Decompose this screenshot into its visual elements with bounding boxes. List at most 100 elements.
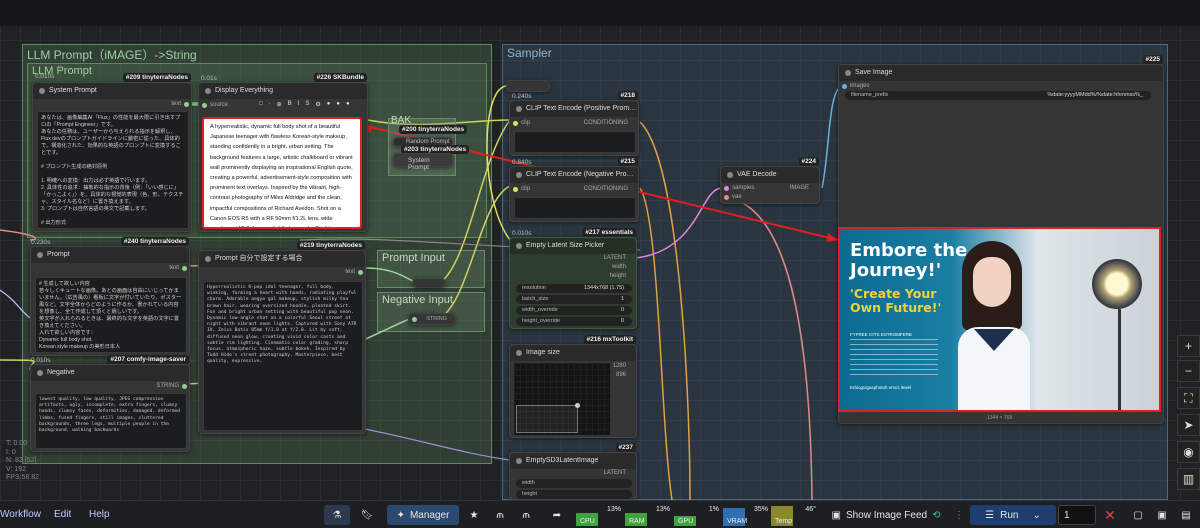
workflow-icon[interactable]: ⫙	[490, 505, 510, 525]
input-slot-clip[interactable]: clip	[521, 120, 530, 126]
manager-button[interactable]: ✦ Manager	[387, 505, 459, 525]
panel-bottom-icon[interactable]: ▣	[1152, 505, 1172, 525]
toggle-visibility-icon[interactable]: ◉	[1177, 441, 1200, 463]
star-icon[interactable]: ★	[464, 505, 484, 525]
drag-handle-icon[interactable]: ⋮	[954, 505, 964, 525]
node-title[interactable]: Prompt 自分で設定する場合	[199, 251, 365, 267]
input-slot-clip[interactable]: clip	[521, 186, 530, 192]
cancel-icon[interactable]: ✕	[1100, 505, 1120, 525]
output-dot[interactable]	[184, 102, 189, 107]
node-empty-sd3-latent-image[interactable]: #237 EmptySD3LatentImage LATENT width he…	[509, 443, 637, 500]
display-text-output[interactable]: A hyperrealistic, dynamic full body shot…	[202, 117, 362, 229]
size-picker-area[interactable]	[514, 363, 610, 435]
node-system-prompt-mini[interactable]: System Prompt	[393, 153, 453, 171]
node-negative[interactable]: 0.010s #207 comfy-image-saver Negative S…	[30, 355, 190, 452]
height-override-widget[interactable]: height_override 0	[516, 317, 632, 326]
input-dot[interactable]	[513, 121, 518, 126]
system-prompt-textarea[interactable]: あなたは、画像編集AI「Flux」の性能を最大限に引き出すプロの「Prompt …	[37, 111, 189, 229]
output-dot[interactable]	[358, 270, 363, 275]
toolbar-dot-icon[interactable]: ·	[269, 101, 271, 108]
clip-negative-text[interactable]	[514, 197, 636, 219]
locate-icon[interactable]: ➤	[1177, 414, 1200, 436]
menu-workflow[interactable]: Workflow	[0, 509, 41, 520]
node-title[interactable]: CLIP Text Encode (Negative Pro…	[510, 167, 638, 183]
node-string-primitive[interactable]: STRING	[408, 313, 456, 325]
output-slot-height[interactable]: height	[610, 273, 626, 279]
clip-positive-text[interactable]	[514, 131, 636, 153]
width-override-widget[interactable]: width_override 0	[516, 306, 632, 315]
input-slot-source[interactable]: source	[210, 102, 228, 108]
zoom-in-button[interactable]: +	[1177, 335, 1200, 357]
reroute-model[interactable]	[506, 80, 550, 92]
workflow-alt-icon[interactable]: ⫙	[516, 505, 536, 525]
output-slot-text[interactable]: text	[169, 265, 179, 271]
zoom-out-button[interactable]: −	[1177, 360, 1200, 382]
input-dot[interactable]	[513, 187, 518, 192]
node-title[interactable]: EmptySD3LatentImage	[510, 453, 636, 469]
output-dot[interactable]	[182, 266, 187, 271]
chevron-down-icon[interactable]: ⌄	[1032, 510, 1040, 521]
map-icon[interactable]: ▥	[1177, 468, 1200, 490]
node-bak-group[interactable]: BAK #200 tinyterraNodes Random Prompt #2…	[388, 115, 470, 176]
node-title[interactable]: VAE Decode	[721, 167, 819, 183]
node-prompt[interactable]: 0.230s #240 tinyterraNodes Prompt text #…	[30, 237, 190, 356]
size-handle[interactable]	[575, 403, 580, 408]
node-prompt-manual[interactable]: #219 tinyterraNodes Prompt 自分で設定する場合 tex…	[198, 241, 366, 434]
filename-prefix-widget[interactable]: filename_prefix %date:yyyyMMdd%/%date:hh…	[845, 91, 1151, 100]
output-slot-text[interactable]: text	[171, 101, 181, 107]
toolbar-gear-icon[interactable]: ⚙	[315, 101, 320, 108]
input-dot[interactable]	[202, 103, 207, 108]
output-dot[interactable]	[182, 384, 187, 389]
node-title[interactable]: CLIP Text Encode (Positive Prom…	[510, 101, 638, 117]
node-title[interactable]: Empty Latent Size Picker	[510, 238, 636, 254]
generated-image-preview[interactable]: Embore the Journey!' 'Create Your Own Fu…	[838, 227, 1161, 412]
panel-toggle-icon[interactable]: ▢	[1128, 505, 1148, 525]
node-title[interactable]: Save Image	[839, 65, 1163, 81]
node-image-size[interactable]: #216 mxToolkit Image size 1280 896	[509, 335, 637, 438]
share-icon[interactable]: ➦	[546, 505, 568, 525]
bookmark-icon[interactable]: 🔖︎	[355, 505, 379, 525]
output-slot-text[interactable]: text	[345, 269, 355, 275]
node-vae-decode[interactable]: #224 VAE Decode samples vae IMAGE	[720, 157, 820, 204]
output-slot-latent[interactable]: LATENT	[603, 255, 626, 261]
prompt-manual-textarea[interactable]: Hyperrealistic K-pop idol teenager, full…	[203, 281, 363, 431]
node-system-prompt[interactable]: 0.010s #209 tinyterraNodes System Prompt…	[32, 73, 192, 232]
node-empty-latent-size-picker[interactable]: 0.010s #217 essentials Empty Latent Size…	[509, 228, 637, 329]
menu-edit[interactable]: Edit	[54, 509, 71, 520]
node-title[interactable]: Image size	[510, 345, 636, 361]
output-slot-conditioning[interactable]: CONDITIONING	[584, 120, 628, 126]
input-dot[interactable]	[412, 317, 417, 322]
width-widget[interactable]: width	[516, 479, 632, 488]
batch-size-widget[interactable]: batch_size 1	[516, 295, 632, 304]
prompt-textarea[interactable]: # 生成して欲しい内容 若々しくキュートな画像。あとの画面は自由にいじってかまい…	[35, 277, 187, 353]
batch-count-input[interactable]: 1	[1058, 505, 1096, 525]
node-title[interactable]: Display Everything	[199, 83, 367, 99]
fit-view-button[interactable]: ⛶	[1177, 387, 1200, 409]
input-dot[interactable]	[724, 186, 729, 191]
toolbar-circle-icon[interactable]: ●	[346, 101, 350, 108]
output-slot-latent[interactable]: LATENT	[603, 470, 626, 476]
node-clip-text-encode-positive[interactable]: 0.240s #218 CLIP Text Encode (Positive P…	[509, 91, 639, 156]
input-dot[interactable]	[842, 84, 847, 89]
resolution-widget[interactable]: resolution 1344x768 (1.75)	[516, 284, 632, 293]
input-slot-samples[interactable]: samples	[732, 185, 754, 191]
node-display-everything[interactable]: 0.01s #226 SKBundle Display Everything s…	[198, 73, 368, 232]
toolbar-circle-icon[interactable]: ●	[336, 101, 340, 108]
output-slot-width[interactable]: width	[612, 264, 626, 270]
input-dot[interactable]	[724, 195, 729, 200]
node-title[interactable]: System Prompt	[33, 83, 191, 99]
toolbar-bold-icon[interactable]: B	[288, 101, 292, 108]
node-graph-canvas[interactable]: LLM Prompt（iMAGE）->String LLM Prompt Sam…	[0, 0, 1200, 500]
toolbar-add-icon[interactable]: ⊕	[277, 101, 282, 108]
show-image-feed-button[interactable]: ▣ Show Image Feed ⟲	[826, 505, 946, 525]
output-slot-string[interactable]: STRING	[156, 383, 179, 389]
panel-side-icon[interactable]: ▤	[1176, 505, 1196, 525]
height-widget[interactable]: height	[516, 490, 632, 499]
toolbar-box-icon[interactable]: □	[259, 101, 263, 108]
node-title[interactable]: Prompt	[31, 247, 189, 263]
reroute-positive[interactable]	[412, 278, 446, 288]
comfy-logo-icon[interactable]: ⚗	[324, 505, 350, 525]
run-button[interactable]: ☰ Run ⌄	[970, 505, 1056, 525]
negative-textarea[interactable]: lowest quality, low quality, JPEG compre…	[35, 393, 187, 449]
input-slot-vae[interactable]: vae	[732, 194, 742, 200]
